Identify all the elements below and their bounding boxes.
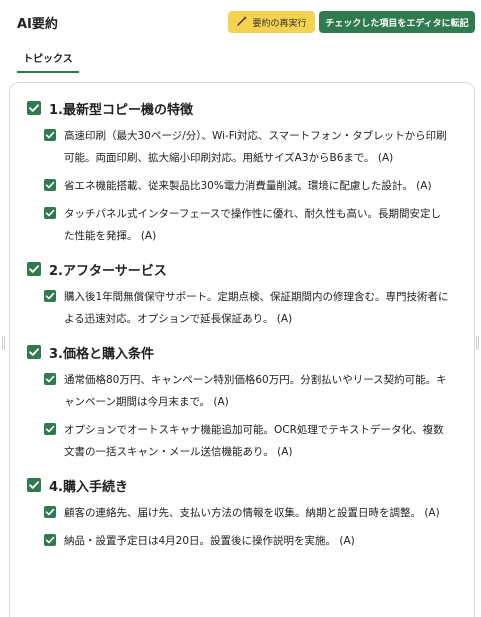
- topics-list[interactable]: 1.最新型コピー機の特徴高速印刷（最大30ページ/分）、Wi-Fi対応、スマート…: [10, 83, 474, 617]
- topic-item: タッチパネル式インターフェースで操作性に優れ、耐久性も高い。長期間安定した性能を…: [44, 203, 458, 247]
- topic-section: 4.購入手続き顧客の連絡先、届け先、支払い方法の情報を収集。納期と設置日時を調整…: [27, 474, 458, 552]
- topic-item: 通常価格80万円、キャンペーン特別価格60万円。分割払いやリース契約可能。キャン…: [44, 369, 458, 413]
- checkbox-checked-icon[interactable]: [44, 290, 56, 302]
- app-title: AI要約: [17, 17, 58, 32]
- checkbox-checked-icon[interactable]: [44, 423, 56, 435]
- topic-item: 購入後1年間無償保守サポート。定期点検、保証期間内の修理含む。専門技術者による迅…: [44, 286, 458, 330]
- checkbox-checked-icon[interactable]: [44, 373, 56, 385]
- header: AI要約 要約の再実行 チェックした項目をエディタに転記: [0, 0, 481, 44]
- checkbox-checked-icon[interactable]: [44, 129, 56, 141]
- topic-section-header: 2.アフターサービス: [27, 258, 458, 280]
- tab-topics[interactable]: トピックス: [17, 44, 79, 73]
- rerun-summary-button[interactable]: 要約の再実行: [228, 11, 315, 33]
- topic-item: 顧客の連絡先、届け先、支払い方法の情報を収集。納期と設置日時を調整。 (A): [44, 502, 458, 524]
- topic-section-title: 3.価格と購入条件: [49, 346, 154, 362]
- checkbox-checked-icon[interactable]: [27, 478, 41, 492]
- topic-section-title: 1.最新型コピー機の特徴: [49, 102, 193, 118]
- checkbox-checked-icon[interactable]: [44, 207, 56, 219]
- checkbox-checked-icon[interactable]: [44, 534, 56, 546]
- topic-section: 1.最新型コピー機の特徴高速印刷（最大30ページ/分）、Wi-Fi対応、スマート…: [27, 97, 458, 247]
- checkbox-checked-icon[interactable]: [44, 179, 56, 191]
- topic-item: 省エネ機能搭載、従来製品比30%電力消費量削減。環境に配慮した設計。 (A): [44, 175, 458, 197]
- topic-item: オプションでオートスキャナ機能追加可能。OCR処理でテキストデータ化、複数文書の…: [44, 419, 458, 463]
- topic-item-text: 省エネ機能搭載、従来製品比30%電力消費量削減。環境に配慮した設計。 (A): [64, 180, 432, 192]
- checkbox-checked-icon[interactable]: [27, 262, 41, 276]
- tab-bar: トピックス: [17, 44, 79, 73]
- topics-panel: 1.最新型コピー機の特徴高速印刷（最大30ページ/分）、Wi-Fi対応、スマート…: [9, 82, 475, 617]
- topic-section: 2.アフターサービス購入後1年間無償保守サポート。定期点検、保証期間内の修理含む…: [27, 258, 458, 330]
- topic-item-text: 顧客の連絡先、届け先、支払い方法の情報を収集。納期と設置日時を調整。 (A): [64, 507, 440, 519]
- topic-item-text: タッチパネル式インターフェースで操作性に優れ、耐久性も高い。長期間安定した性能を…: [64, 208, 441, 242]
- topic-section-header: 3.価格と購入条件: [27, 341, 458, 363]
- right-resize-handle[interactable]: [476, 336, 479, 350]
- topic-item-text: 高速印刷（最大30ページ/分）、Wi-Fi対応、スマートフォン・タブレットから印…: [64, 130, 447, 164]
- topic-item: 高速印刷（最大30ページ/分）、Wi-Fi対応、スマートフォン・タブレットから印…: [44, 125, 458, 169]
- topic-section-header: 1.最新型コピー機の特徴: [27, 97, 458, 119]
- topic-section-title: 4.購入手続き: [49, 479, 128, 495]
- checkbox-checked-icon[interactable]: [27, 101, 41, 115]
- rerun-summary-label: 要約の再実行: [252, 18, 307, 29]
- checkbox-checked-icon[interactable]: [44, 506, 56, 518]
- checkbox-checked-icon[interactable]: [27, 345, 41, 359]
- topic-item-text: オプションでオートスキャナ機能追加可能。OCR処理でテキストデータ化、複数文書の…: [64, 424, 444, 458]
- topic-section: 3.価格と購入条件通常価格80万円、キャンペーン特別価格60万円。分割払いやリー…: [27, 341, 458, 463]
- topic-section-header: 4.購入手続き: [27, 474, 458, 496]
- topic-item-text: 納品・設置予定日は4月20日。設置後に操作説明を実施。 (A): [64, 535, 355, 547]
- topic-item-text: 購入後1年間無償保守サポート。定期点検、保証期間内の修理含む。専門技術者による迅…: [64, 291, 449, 325]
- magic-wand-icon: [236, 15, 248, 30]
- topic-section-title: 2.アフターサービス: [49, 263, 167, 279]
- topic-item-text: 通常価格80万円、キャンペーン特別価格60万円。分割払いやリース契約可能。キャン…: [64, 374, 447, 408]
- transfer-checked-items-button[interactable]: チェックした項目をエディタに転記: [319, 11, 475, 33]
- topic-item: 納品・設置予定日は4月20日。設置後に操作説明を実施。 (A): [44, 530, 458, 552]
- left-resize-handle[interactable]: [2, 336, 5, 350]
